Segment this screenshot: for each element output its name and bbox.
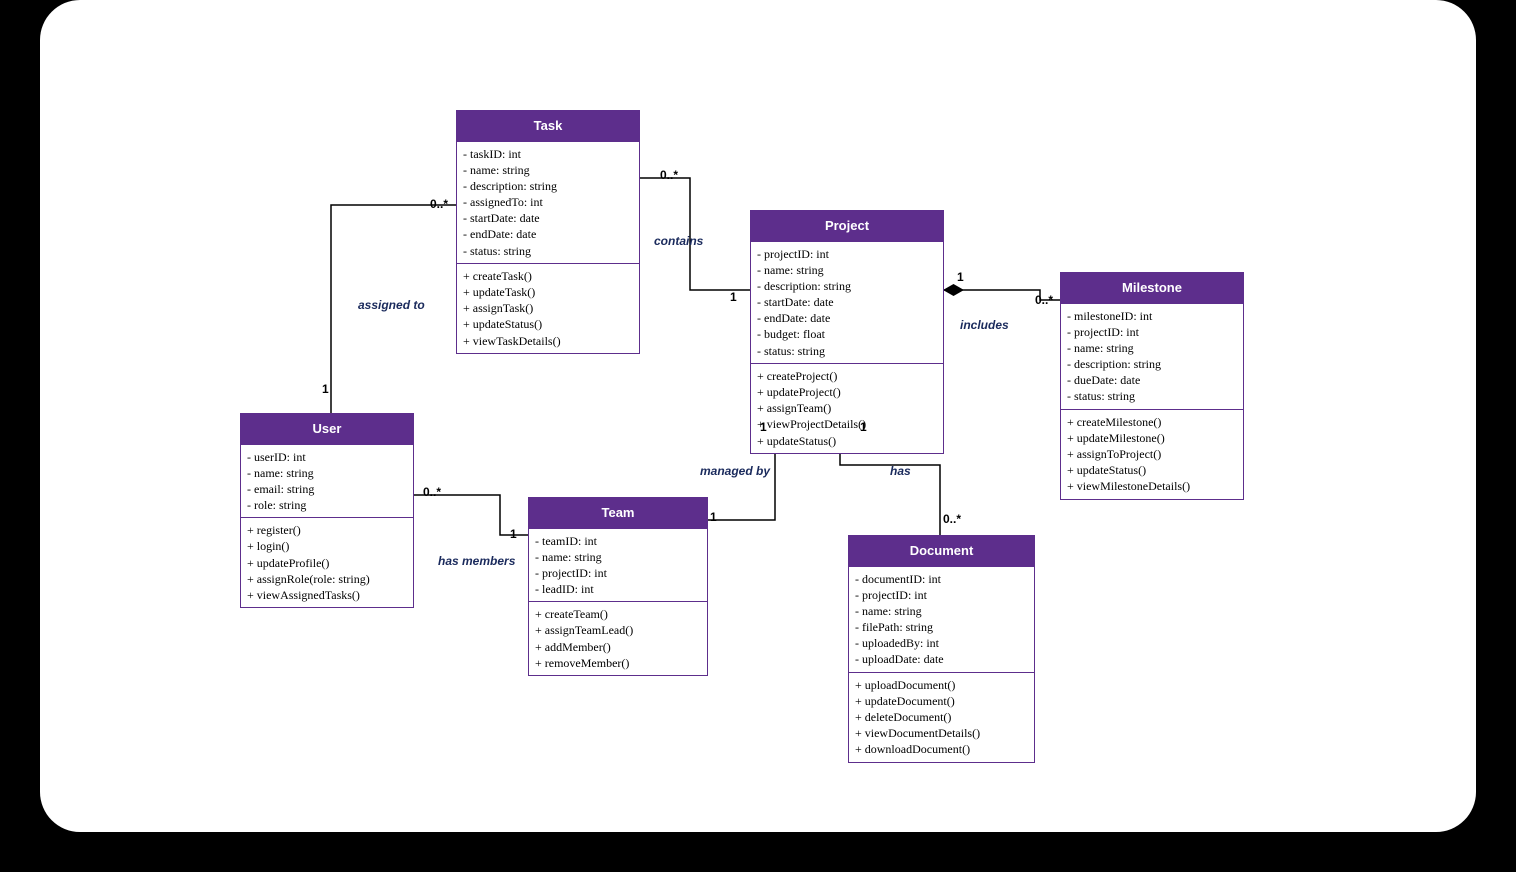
operations: + createTeam()+ assignTeamLead()+ addMem… [529, 601, 707, 675]
class-task[interactable]: Task - taskID: int- name: string- descri… [456, 110, 640, 354]
rel-managed-by: managed by [700, 464, 770, 478]
rel-has: has [890, 464, 911, 478]
attributes: - teamID: int- name: string- projectID: … [529, 528, 707, 602]
mult: 1 [760, 420, 767, 434]
class-title: Milestone [1061, 273, 1243, 303]
mult: 0..* [660, 168, 678, 182]
mult: 0..* [430, 197, 448, 211]
attributes: - taskID: int- name: string- description… [457, 141, 639, 263]
mult: 1 [730, 290, 737, 304]
class-user[interactable]: User - userID: int- name: string- email:… [240, 413, 414, 608]
class-title: Document [849, 536, 1034, 566]
attributes: - userID: int- name: string- email: stri… [241, 444, 413, 518]
rel-contains: contains [654, 234, 703, 248]
class-project[interactable]: Project - projectID: int- name: string- … [750, 210, 944, 454]
operations: + uploadDocument()+ updateDocument()+ de… [849, 672, 1034, 762]
mult: 1 [860, 420, 867, 434]
attributes: - projectID: int- name: string- descript… [751, 241, 943, 363]
rel-has-members: has members [438, 554, 515, 568]
operations: + createTask()+ updateTask()+ assignTask… [457, 263, 639, 353]
mult: 0..* [943, 512, 961, 526]
mult: 1 [510, 527, 517, 541]
class-title: User [241, 414, 413, 444]
class-title: Task [457, 111, 639, 141]
mult: 1 [710, 510, 717, 524]
class-team[interactable]: Team - teamID: int- name: string- projec… [528, 497, 708, 676]
operations: + createMilestone()+ updateMilestone()+ … [1061, 409, 1243, 499]
mult: 1 [957, 270, 964, 284]
class-milestone[interactable]: Milestone - milestoneID: int- projectID:… [1060, 272, 1244, 500]
attributes: - milestoneID: int- projectID: int- name… [1061, 303, 1243, 409]
class-title: Team [529, 498, 707, 528]
mult: 0..* [423, 485, 441, 499]
mult: 0..* [1035, 293, 1053, 307]
attributes: - documentID: int- projectID: int- name:… [849, 566, 1034, 672]
diagram-canvas: Task - taskID: int- name: string- descri… [40, 0, 1476, 832]
class-document[interactable]: Document - documentID: int- projectID: i… [848, 535, 1035, 763]
operations: + register()+ login()+ updateProfile()+ … [241, 517, 413, 607]
rel-includes: includes [960, 318, 1009, 332]
operations: + createProject()+ updateProject()+ assi… [751, 363, 943, 453]
rel-assigned-to: assigned to [358, 298, 425, 312]
class-title: Project [751, 211, 943, 241]
mult: 1 [322, 382, 329, 396]
